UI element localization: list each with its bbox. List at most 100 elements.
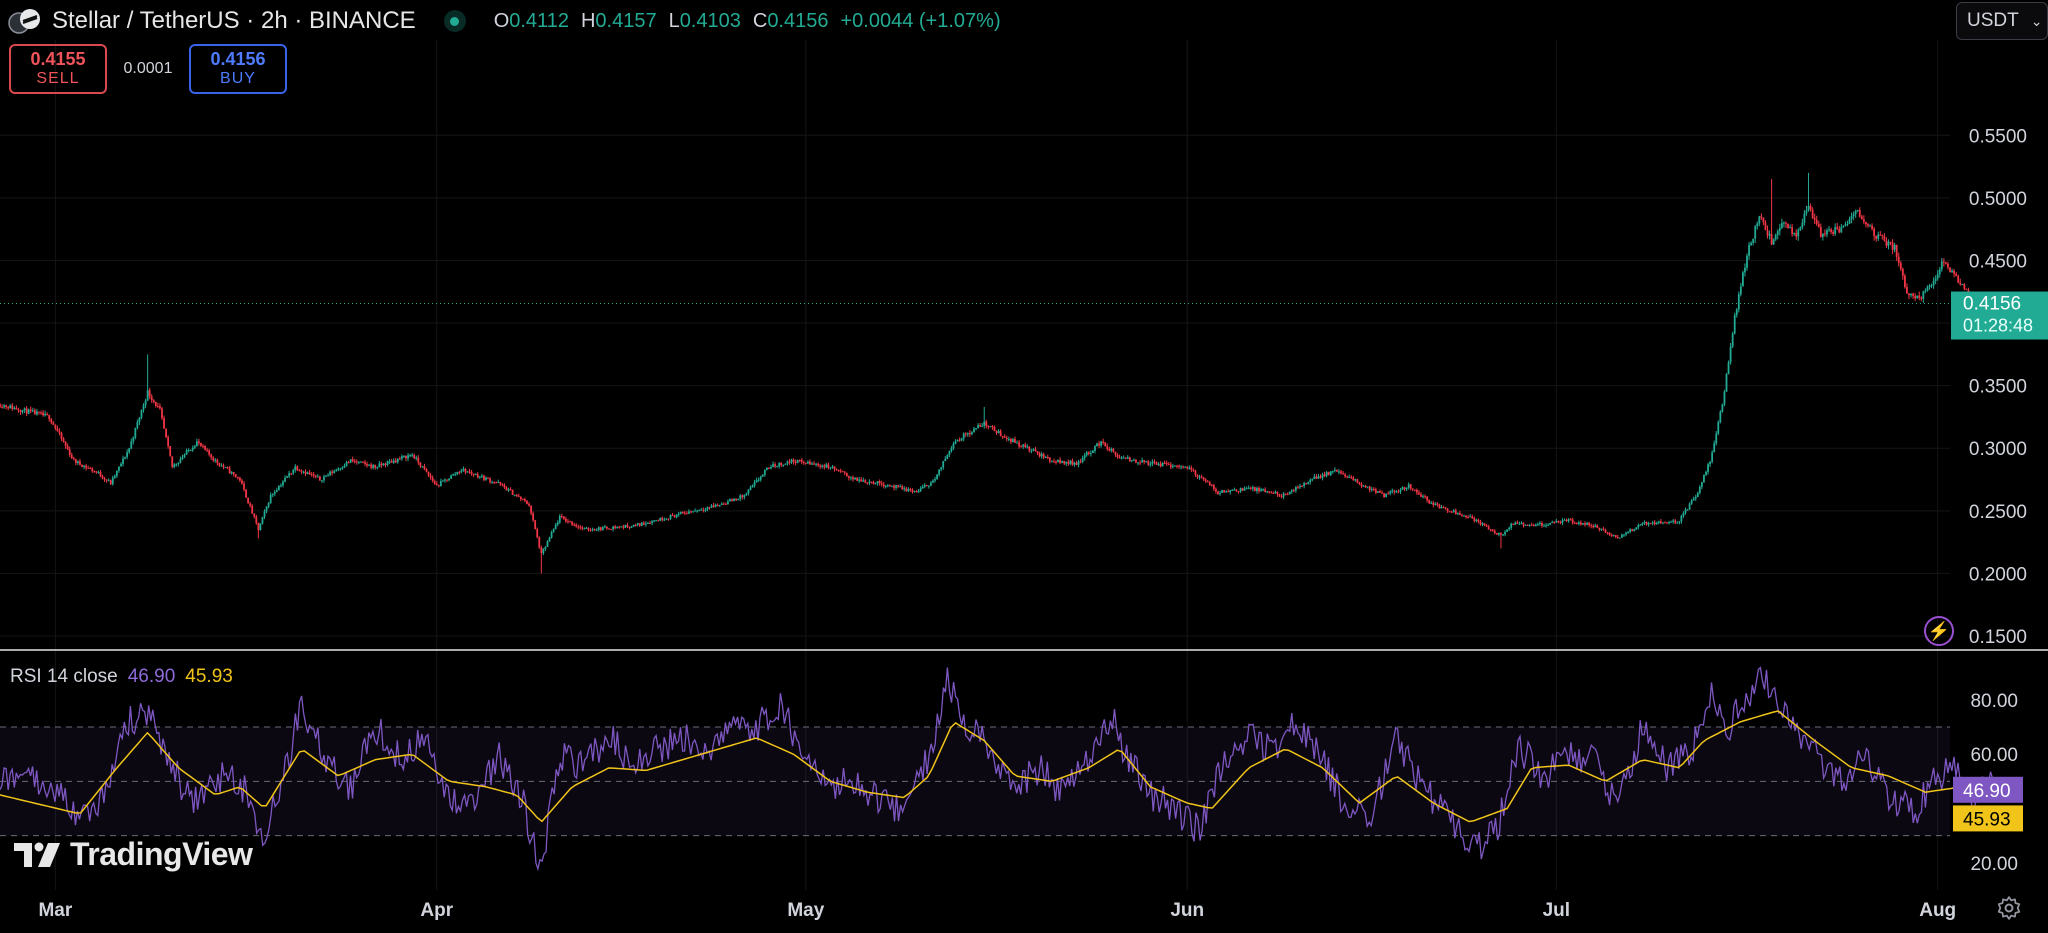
- candle: [1688, 502, 1691, 510]
- candle-body: [761, 474, 764, 477]
- candle-body: [1014, 439, 1016, 443]
- high-value: 0.4157: [595, 9, 657, 32]
- candle-body: [511, 490, 514, 495]
- candle: [1809, 203, 1812, 212]
- candle: [1692, 496, 1695, 501]
- candle: [1063, 460, 1066, 466]
- candle-body: [716, 504, 719, 506]
- candle-body: [1163, 462, 1166, 464]
- candle-body: [241, 480, 243, 484]
- candle-body: [148, 390, 151, 397]
- candle-body: [644, 523, 647, 525]
- candle: [1315, 473, 1318, 480]
- candle-body: [1633, 529, 1636, 532]
- candle: [1059, 457, 1061, 465]
- candle-body: [1641, 523, 1644, 525]
- candle: [1126, 455, 1129, 460]
- candle: [1785, 221, 1787, 229]
- lightning-icon[interactable]: ⚡: [1924, 616, 1954, 646]
- candle-body: [415, 457, 418, 459]
- buy-button[interactable]: 0.4156 BUY: [189, 44, 287, 94]
- spread-value: 0.0001: [123, 60, 173, 77]
- candle-body: [1762, 217, 1765, 223]
- candle: [259, 523, 262, 531]
- currency-select[interactable]: USDT ⌄: [1956, 2, 2048, 40]
- candle: [753, 479, 756, 488]
- candle: [132, 436, 135, 445]
- candle-body: [1647, 523, 1650, 525]
- candle: [308, 469, 311, 475]
- candle-body: [1852, 214, 1855, 217]
- market-open-indicator[interactable]: [443, 10, 466, 32]
- candle-body: [359, 461, 362, 463]
- candle: [989, 426, 992, 428]
- candle: [794, 459, 797, 466]
- candle-body: [593, 529, 596, 531]
- candle: [1233, 487, 1236, 491]
- candle: [485, 476, 487, 481]
- candle: [780, 461, 783, 467]
- candle: [971, 431, 973, 436]
- candle: [567, 519, 569, 524]
- candle-body: [722, 503, 725, 505]
- candle: [503, 483, 506, 489]
- stellar-coin-icon[interactable]: [8, 8, 42, 34]
- candle-body: [1869, 225, 1871, 227]
- gear-icon[interactable]: [1996, 895, 2022, 921]
- candle-body: [450, 475, 453, 479]
- candle: [1793, 232, 1796, 236]
- candle-body: [1899, 263, 1902, 269]
- candle: [56, 425, 59, 432]
- rsi-legend[interactable]: RSI 14 close 46.90 45.93: [10, 666, 233, 688]
- candle: [993, 425, 996, 432]
- sell-button[interactable]: 0.4155 SELL: [9, 44, 107, 94]
- candle-body: [1077, 461, 1080, 465]
- candle: [1288, 491, 1291, 495]
- candle-body: [448, 478, 450, 481]
- candle-body: [1192, 469, 1195, 471]
- candle-body: [245, 489, 247, 498]
- candle-body: [864, 480, 867, 483]
- candle: [1551, 520, 1554, 524]
- candle-body: [1178, 465, 1180, 467]
- candle-body: [1174, 465, 1176, 467]
- candle: [1100, 440, 1103, 448]
- candle: [144, 398, 147, 409]
- rsi-tick-label-2: 20.00: [1970, 854, 2018, 875]
- candle: [1910, 293, 1912, 298]
- candle-body: [1110, 448, 1113, 451]
- candle: [1436, 502, 1439, 507]
- candle-body: [1165, 462, 1168, 465]
- candle-body: [1223, 490, 1226, 493]
- candle-body: [884, 486, 887, 488]
- candle-body: [95, 471, 98, 473]
- candle-body: [1171, 466, 1174, 468]
- candle-body: [651, 521, 653, 524]
- candle-body: [950, 448, 953, 452]
- candle: [425, 468, 428, 473]
- candle-body: [216, 459, 219, 464]
- candle: [115, 470, 118, 478]
- candle-body: [636, 523, 639, 526]
- candle: [1428, 499, 1431, 505]
- candle-body: [62, 438, 65, 442]
- candle-body: [380, 463, 383, 466]
- candle-body: [1126, 457, 1129, 459]
- candle: [1678, 520, 1681, 525]
- candle-body: [921, 486, 924, 489]
- candle-body: [542, 549, 545, 554]
- candle: [1700, 481, 1703, 490]
- candle: [806, 460, 809, 464]
- candle: [1194, 469, 1197, 477]
- candle: [310, 472, 313, 477]
- candle-body: [938, 469, 941, 475]
- candle-body: [753, 482, 756, 486]
- tradingview-logo[interactable]: TradingView: [14, 836, 253, 873]
- chart-canvas[interactable]: 0.55000.50000.45000.40000.35000.30000.25…: [0, 0, 2048, 933]
- candle: [1204, 478, 1207, 483]
- candle-body: [653, 520, 656, 522]
- candle: [1331, 470, 1334, 474]
- symbol-title[interactable]: Stellar / TetherUS · 2h · BINANCE: [52, 7, 416, 35]
- candle: [273, 489, 276, 497]
- time-axis: Mar Apr May Jun Jul Aug: [38, 900, 1956, 921]
